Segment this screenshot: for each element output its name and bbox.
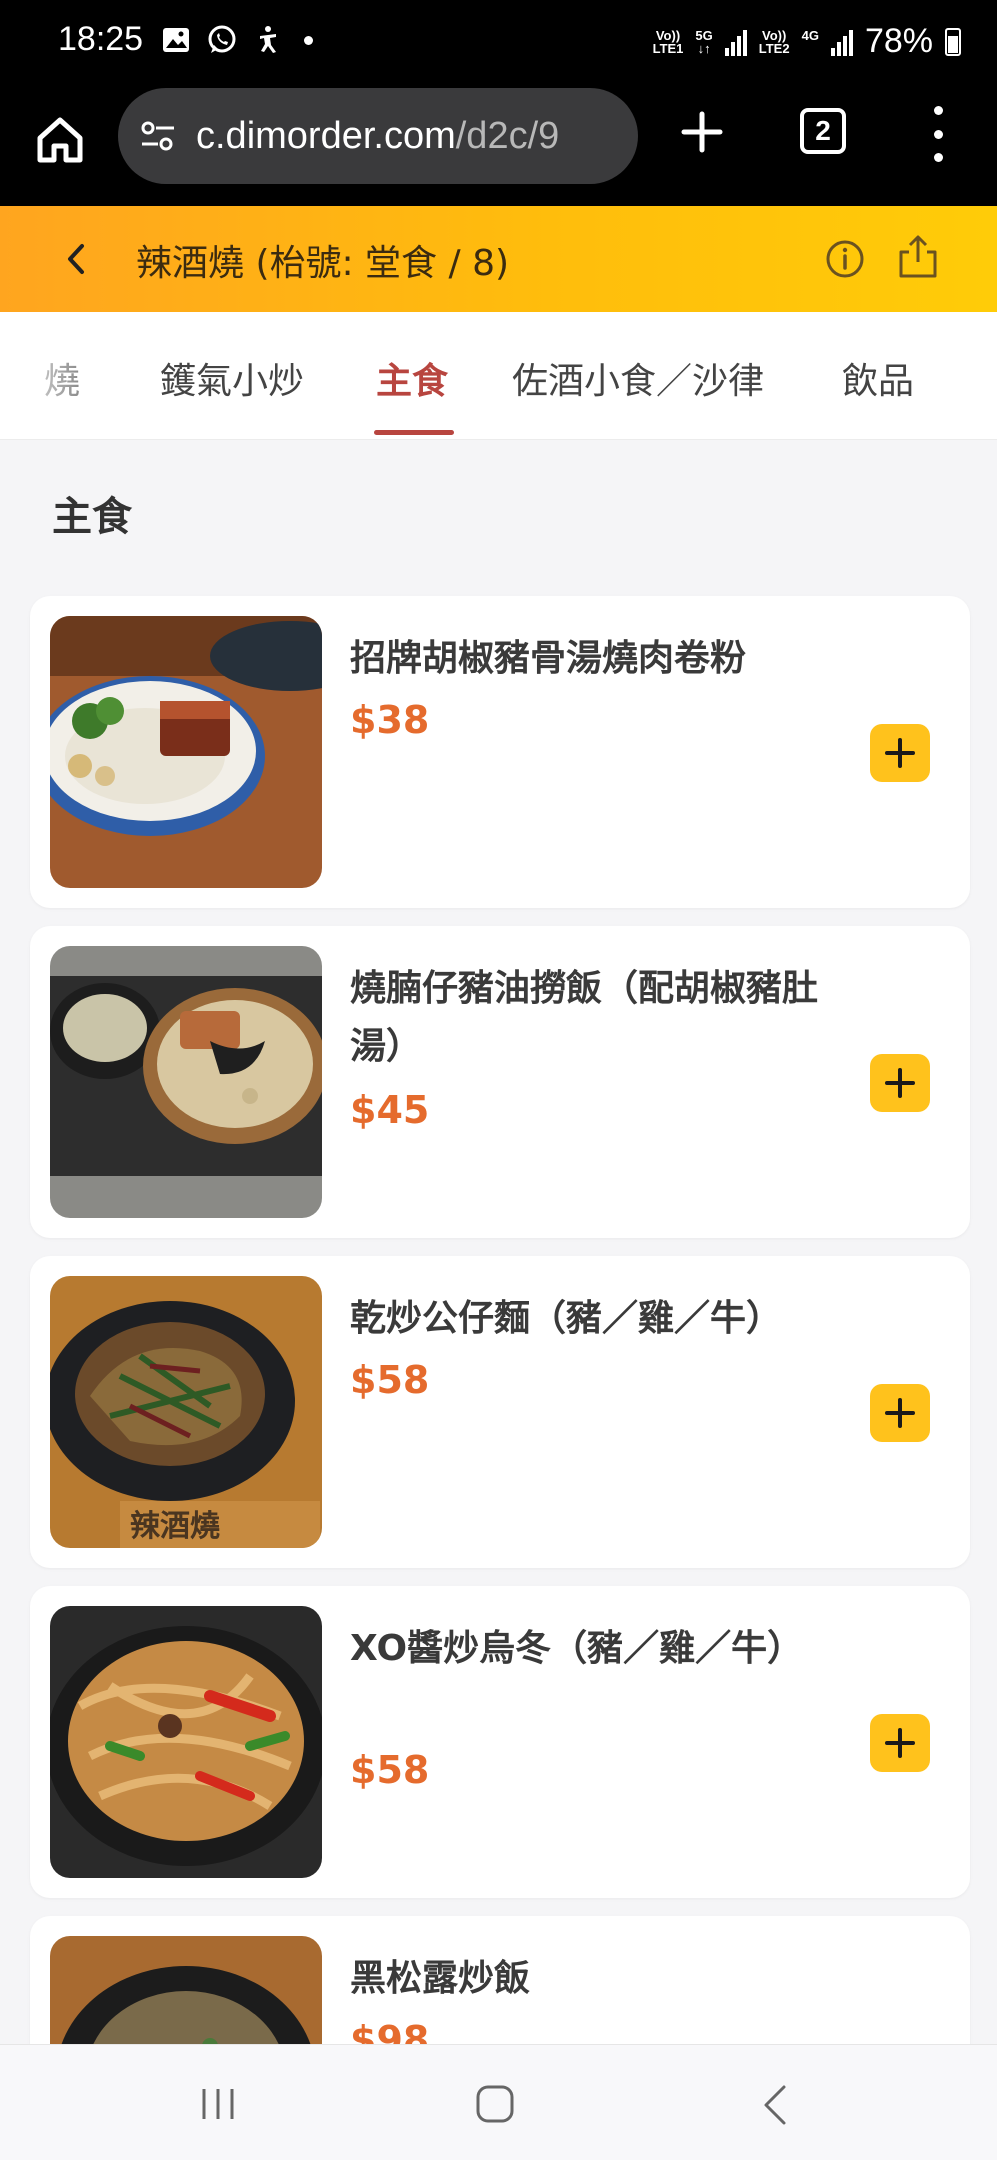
signal-icon: [724, 28, 747, 56]
recent-apps-icon[interactable]: [198, 2085, 238, 2123]
svg-text:辣酒燒: 辣酒燒: [130, 1509, 220, 1544]
plus-icon: [885, 738, 915, 768]
new-tab-icon[interactable]: [672, 102, 732, 162]
4g-indicator: 4G: [801, 27, 819, 43]
dish-photo: [50, 1606, 322, 1878]
add-to-cart-button[interactable]: [870, 724, 930, 782]
item-price: $45: [350, 1088, 430, 1132]
item-price: $38: [350, 698, 430, 742]
item-price: $58: [350, 1748, 430, 1792]
back-nav-icon[interactable]: [760, 2083, 790, 2127]
item-name: 招牌胡椒豬骨湯燒肉卷粉: [350, 638, 747, 679]
tab-fade: [0, 312, 90, 439]
back-arrow-icon[interactable]: [52, 234, 102, 284]
dish-photo: [50, 946, 322, 1218]
add-to-cart-button[interactable]: [870, 1384, 930, 1442]
home-icon[interactable]: [30, 110, 90, 170]
menu-item-card[interactable]: 燒腩仔豬油撈飯（配胡椒豬肚湯） $45: [30, 926, 970, 1238]
page-title: 辣酒燒 (枱號: 堂食 / 8): [136, 243, 510, 284]
section-title: 主食: [52, 494, 132, 540]
menu-item-card[interactable]: 招牌胡椒豬骨湯燒肉卷粉 $38: [30, 596, 970, 908]
share-icon[interactable]: [895, 232, 941, 282]
status-right: Vo)) LTE1 5G ↓↑ Vo)) LTE2 4G 78%: [653, 22, 961, 61]
item-price: $58: [350, 1358, 430, 1402]
sim2-indicator: Vo)) LTE2: [758, 27, 790, 56]
menu-item-card[interactable]: XO醬炒烏冬（豬／雞／牛） $58: [30, 1586, 970, 1898]
item-name: 黑松露炒飯: [350, 1958, 531, 1999]
overflow-menu-icon[interactable]: [918, 106, 958, 162]
dish-photo: [50, 616, 322, 888]
dish-photo: 辣酒燒: [50, 1276, 322, 1548]
battery-icon: [945, 27, 961, 56]
system-nav-bar: [0, 2044, 997, 2160]
home-nav-icon[interactable]: [474, 2083, 516, 2125]
notification-icons: [160, 24, 313, 56]
add-to-cart-button[interactable]: [870, 1054, 930, 1112]
5g-indicator: 5G ↓↑: [695, 27, 713, 56]
item-name: XO醬炒烏冬（豬／雞／牛）: [350, 1628, 804, 1669]
signal-icon-2: [830, 28, 853, 56]
active-tab-indicator: [374, 430, 454, 435]
whatsapp-icon: [208, 25, 236, 53]
more-notifications-dot: [304, 35, 313, 45]
gallery-icon: [163, 28, 189, 52]
add-to-cart-button[interactable]: [870, 1714, 930, 1772]
tab-switcher-button[interactable]: 2: [800, 108, 846, 154]
status-bar: 18:25 Vo)) LTE1 5G ↓↑ Vo)) LTE2 4G 78%: [0, 0, 997, 88]
site-settings-icon[interactable]: [138, 116, 178, 156]
menu-item-card[interactable]: 辣酒燒 乾炒公仔麵（豬／雞／牛） $58: [30, 1256, 970, 1568]
browser-toolbar: c.dimorder.com/d2c/9 2: [0, 88, 997, 206]
tab-drinks[interactable]: 飲品: [842, 352, 914, 404]
accessibility-icon: [260, 26, 276, 53]
tab-snacks-salad[interactable]: 佐酒小食／沙律: [512, 352, 764, 404]
plus-icon: [885, 1398, 915, 1428]
item-name: 燒腩仔豬油撈飯（配胡椒豬肚湯）: [350, 968, 819, 1067]
tab-stir-fry[interactable]: 鑊氣小炒: [160, 352, 304, 404]
item-name: 乾炒公仔麵（豬／雞／牛）: [350, 1298, 783, 1339]
url-text[interactable]: c.dimorder.com/d2c/9: [196, 115, 559, 158]
sim1-indicator: Vo)) LTE1: [652, 27, 684, 56]
category-tabs: 燒 鑊氣小炒 主食 佐酒小食／沙律 飲品: [0, 312, 997, 440]
info-icon[interactable]: [822, 236, 868, 282]
plus-icon: [885, 1068, 915, 1098]
battery-percent: 78%: [864, 22, 933, 60]
tab-main-dishes[interactable]: 主食: [376, 352, 448, 404]
status-time: 18:25: [58, 20, 144, 58]
url-bar[interactable]: c.dimorder.com/d2c/9: [118, 88, 638, 184]
plus-icon: [885, 1728, 915, 1758]
app-header: 辣酒燒 (枱號: 堂食 / 8): [0, 206, 997, 312]
